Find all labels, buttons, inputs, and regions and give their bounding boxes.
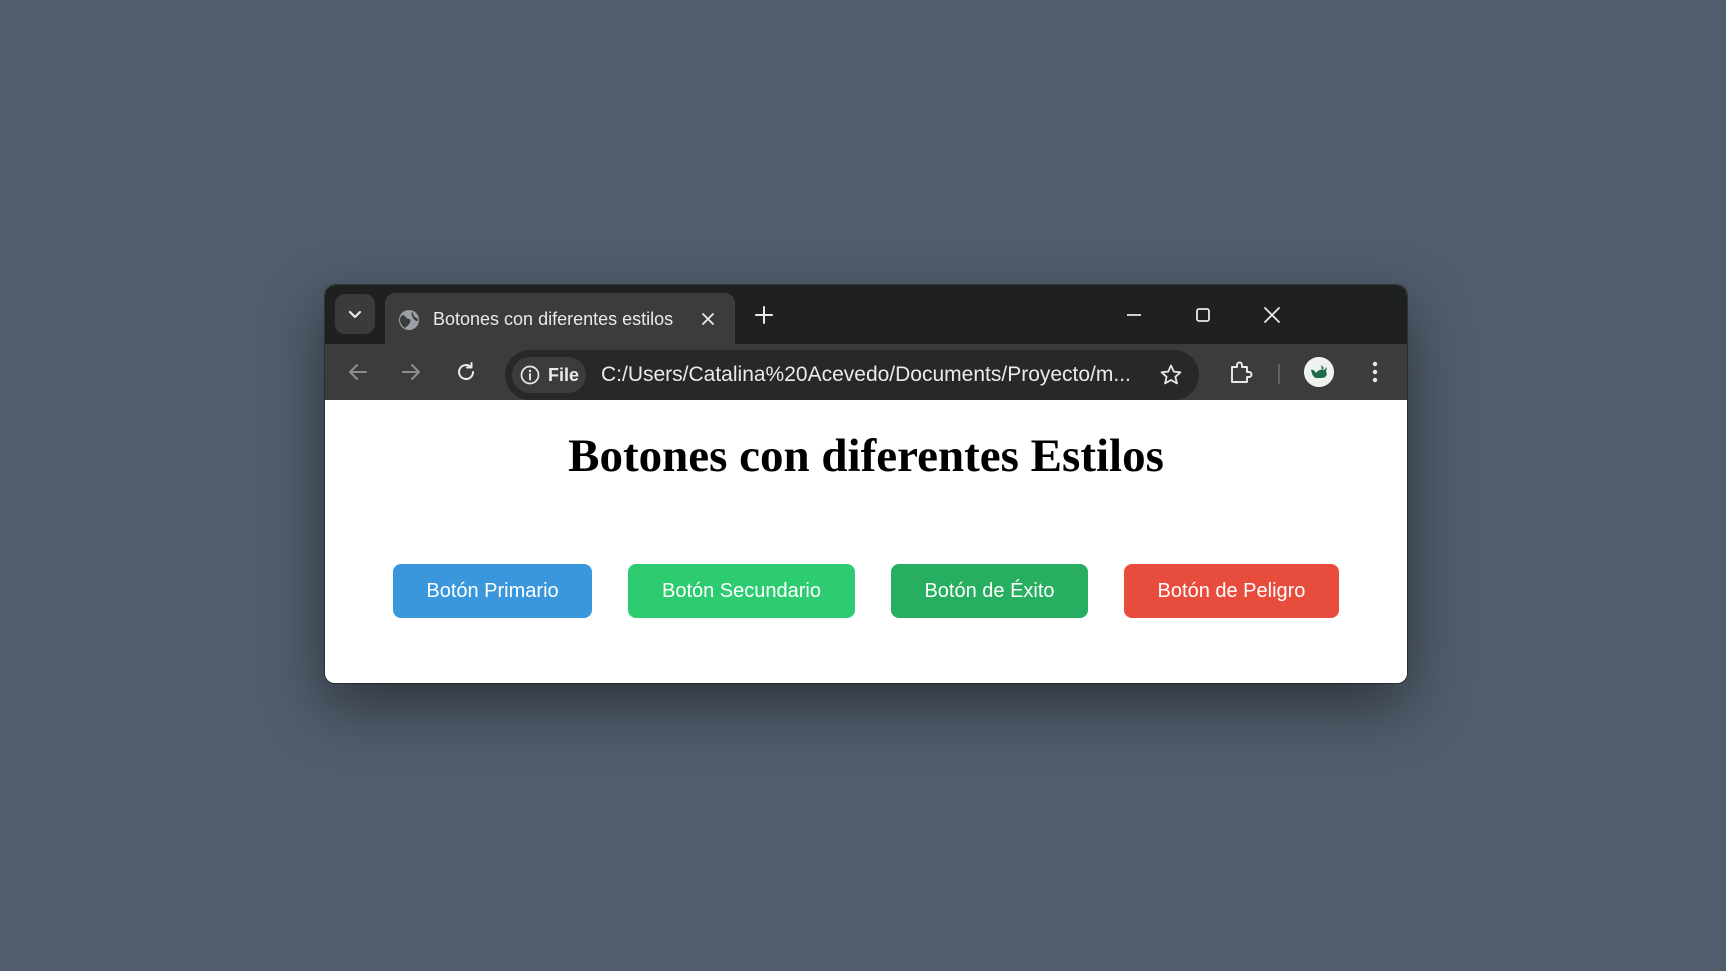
close-window-button[interactable] bbox=[1256, 299, 1288, 331]
arrow-left-icon bbox=[349, 364, 367, 380]
profile-avatar-icon bbox=[1304, 357, 1334, 387]
page-title: Botones con diferentes Estilos bbox=[568, 430, 1164, 482]
page-content: Botones con diferentes Estilos Botón Pri… bbox=[325, 415, 1407, 683]
back-button[interactable] bbox=[342, 356, 374, 388]
site-chip-label: File bbox=[548, 365, 580, 385]
reload-button[interactable] bbox=[450, 356, 482, 388]
plus-icon bbox=[755, 306, 773, 324]
more-vertical-icon bbox=[1372, 361, 1378, 383]
puzzle-icon bbox=[1231, 361, 1253, 383]
minimize-button[interactable] bbox=[1118, 299, 1150, 331]
minimize-icon bbox=[1127, 314, 1141, 316]
bookmark-button[interactable] bbox=[1155, 359, 1187, 391]
maximize-button[interactable] bbox=[1187, 299, 1219, 331]
success-button[interactable]: Botón de Éxito bbox=[891, 564, 1088, 618]
address-bar[interactable]: File C:/Users/Catalina%20Acevedo/Documen… bbox=[505, 350, 1199, 400]
tab-title: Botones con diferentes estilos bbox=[433, 309, 674, 329]
site-info-chip[interactable]: File bbox=[512, 357, 586, 393]
secondary-button[interactable]: Botón Secundario bbox=[628, 564, 855, 618]
menu-button[interactable] bbox=[1359, 356, 1391, 388]
title-bar: Botones con diferentes estilos bbox=[325, 285, 1407, 344]
tab-close-button[interactable] bbox=[697, 308, 719, 330]
danger-button[interactable]: Botón de Peligro bbox=[1124, 564, 1339, 618]
close-icon bbox=[702, 313, 714, 325]
reload-icon bbox=[458, 362, 474, 380]
globe-icon bbox=[399, 310, 419, 330]
toolbar-divider bbox=[1278, 364, 1280, 384]
browser-window: Botones con diferentes estilos File C:/U… bbox=[325, 285, 1407, 683]
primary-button[interactable]: Botón Primario bbox=[393, 564, 592, 618]
tab-search-button[interactable] bbox=[335, 294, 375, 334]
new-tab-button[interactable] bbox=[749, 300, 779, 330]
arrow-right-icon bbox=[402, 364, 420, 380]
url-text[interactable]: C:/Users/Catalina%20Acevedo/Documents/Pr… bbox=[601, 363, 1136, 387]
chevron-down-icon bbox=[348, 310, 362, 319]
star-icon bbox=[1160, 364, 1182, 385]
info-icon bbox=[520, 365, 540, 385]
forward-button[interactable] bbox=[395, 356, 427, 388]
close-icon bbox=[1264, 307, 1280, 323]
browser-toolbar: File C:/Users/Catalina%20Acevedo/Documen… bbox=[325, 344, 1407, 400]
profile-avatar[interactable] bbox=[1304, 357, 1334, 387]
maximize-icon bbox=[1196, 308, 1210, 322]
browser-tab-active[interactable]: Botones con diferentes estilos bbox=[385, 293, 735, 344]
extensions-button[interactable] bbox=[1225, 356, 1257, 388]
